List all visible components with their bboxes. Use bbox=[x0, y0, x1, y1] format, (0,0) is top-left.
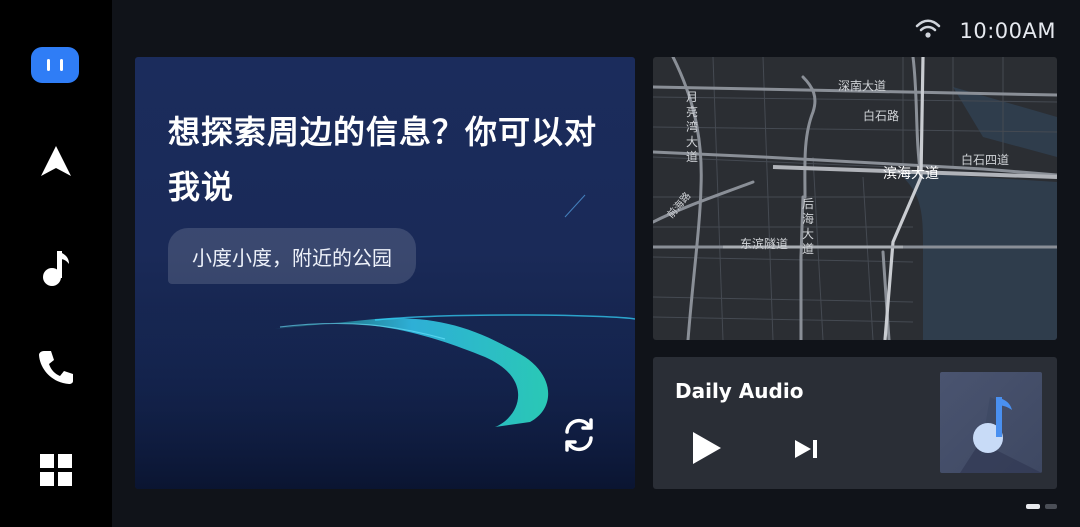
voice-suggestion-chip[interactable]: 小度小度，附近的公园 bbox=[168, 228, 416, 284]
suggestion-text: 小度小度，附近的公园 bbox=[192, 245, 392, 270]
map-label-baishi-4: 白石四道 bbox=[961, 153, 1010, 167]
play-icon[interactable] bbox=[689, 429, 725, 467]
music-note-icon bbox=[960, 397, 1042, 473]
skip-next-icon[interactable] bbox=[791, 437, 821, 461]
page-dot[interactable] bbox=[1045, 504, 1057, 509]
map-label-yueliangwan: 月亮湾大道 bbox=[685, 90, 698, 164]
page-dot-active[interactable] bbox=[1026, 504, 1040, 509]
map-card[interactable]: 深南大道 白石路 白石四道 滨海大道 月亮湾大道 后海大道 东滨隧道 前海路 bbox=[653, 57, 1057, 340]
phone-icon[interactable] bbox=[31, 342, 81, 392]
album-cover[interactable] bbox=[940, 372, 1042, 473]
voice-assistant-card[interactable]: 想探索周边的信息？你可以对我说 小度小度，附近的公园 bbox=[135, 57, 635, 489]
audio-card[interactable]: Daily Audio bbox=[653, 357, 1057, 489]
app-grid-icon[interactable] bbox=[31, 445, 81, 495]
sidebar bbox=[0, 0, 112, 527]
wifi-icon bbox=[915, 19, 941, 43]
map-label-binhai: 滨海大道 bbox=[883, 166, 939, 182]
map-label-dongbin: 东滨隧道 bbox=[740, 237, 789, 251]
map-label-baishi-road: 白石路 bbox=[863, 109, 900, 123]
refresh-icon[interactable] bbox=[557, 413, 601, 457]
map-roads bbox=[653, 57, 1057, 340]
status-bar: 10:00AM bbox=[915, 16, 1056, 46]
map-label-houhai: 后海大道 bbox=[801, 197, 814, 256]
voice-prompt-title: 想探索周边的信息？你可以对我说 bbox=[168, 113, 598, 206]
map-label-shennan: 深南大道 bbox=[838, 79, 887, 93]
page-indicator bbox=[1026, 504, 1057, 509]
clock: 10:00AM bbox=[959, 19, 1056, 43]
music-note-icon[interactable] bbox=[31, 243, 81, 293]
navigation-arrow-icon[interactable] bbox=[31, 136, 81, 186]
audio-title: Daily Audio bbox=[675, 379, 804, 403]
assistant-face-icon[interactable] bbox=[31, 47, 79, 83]
